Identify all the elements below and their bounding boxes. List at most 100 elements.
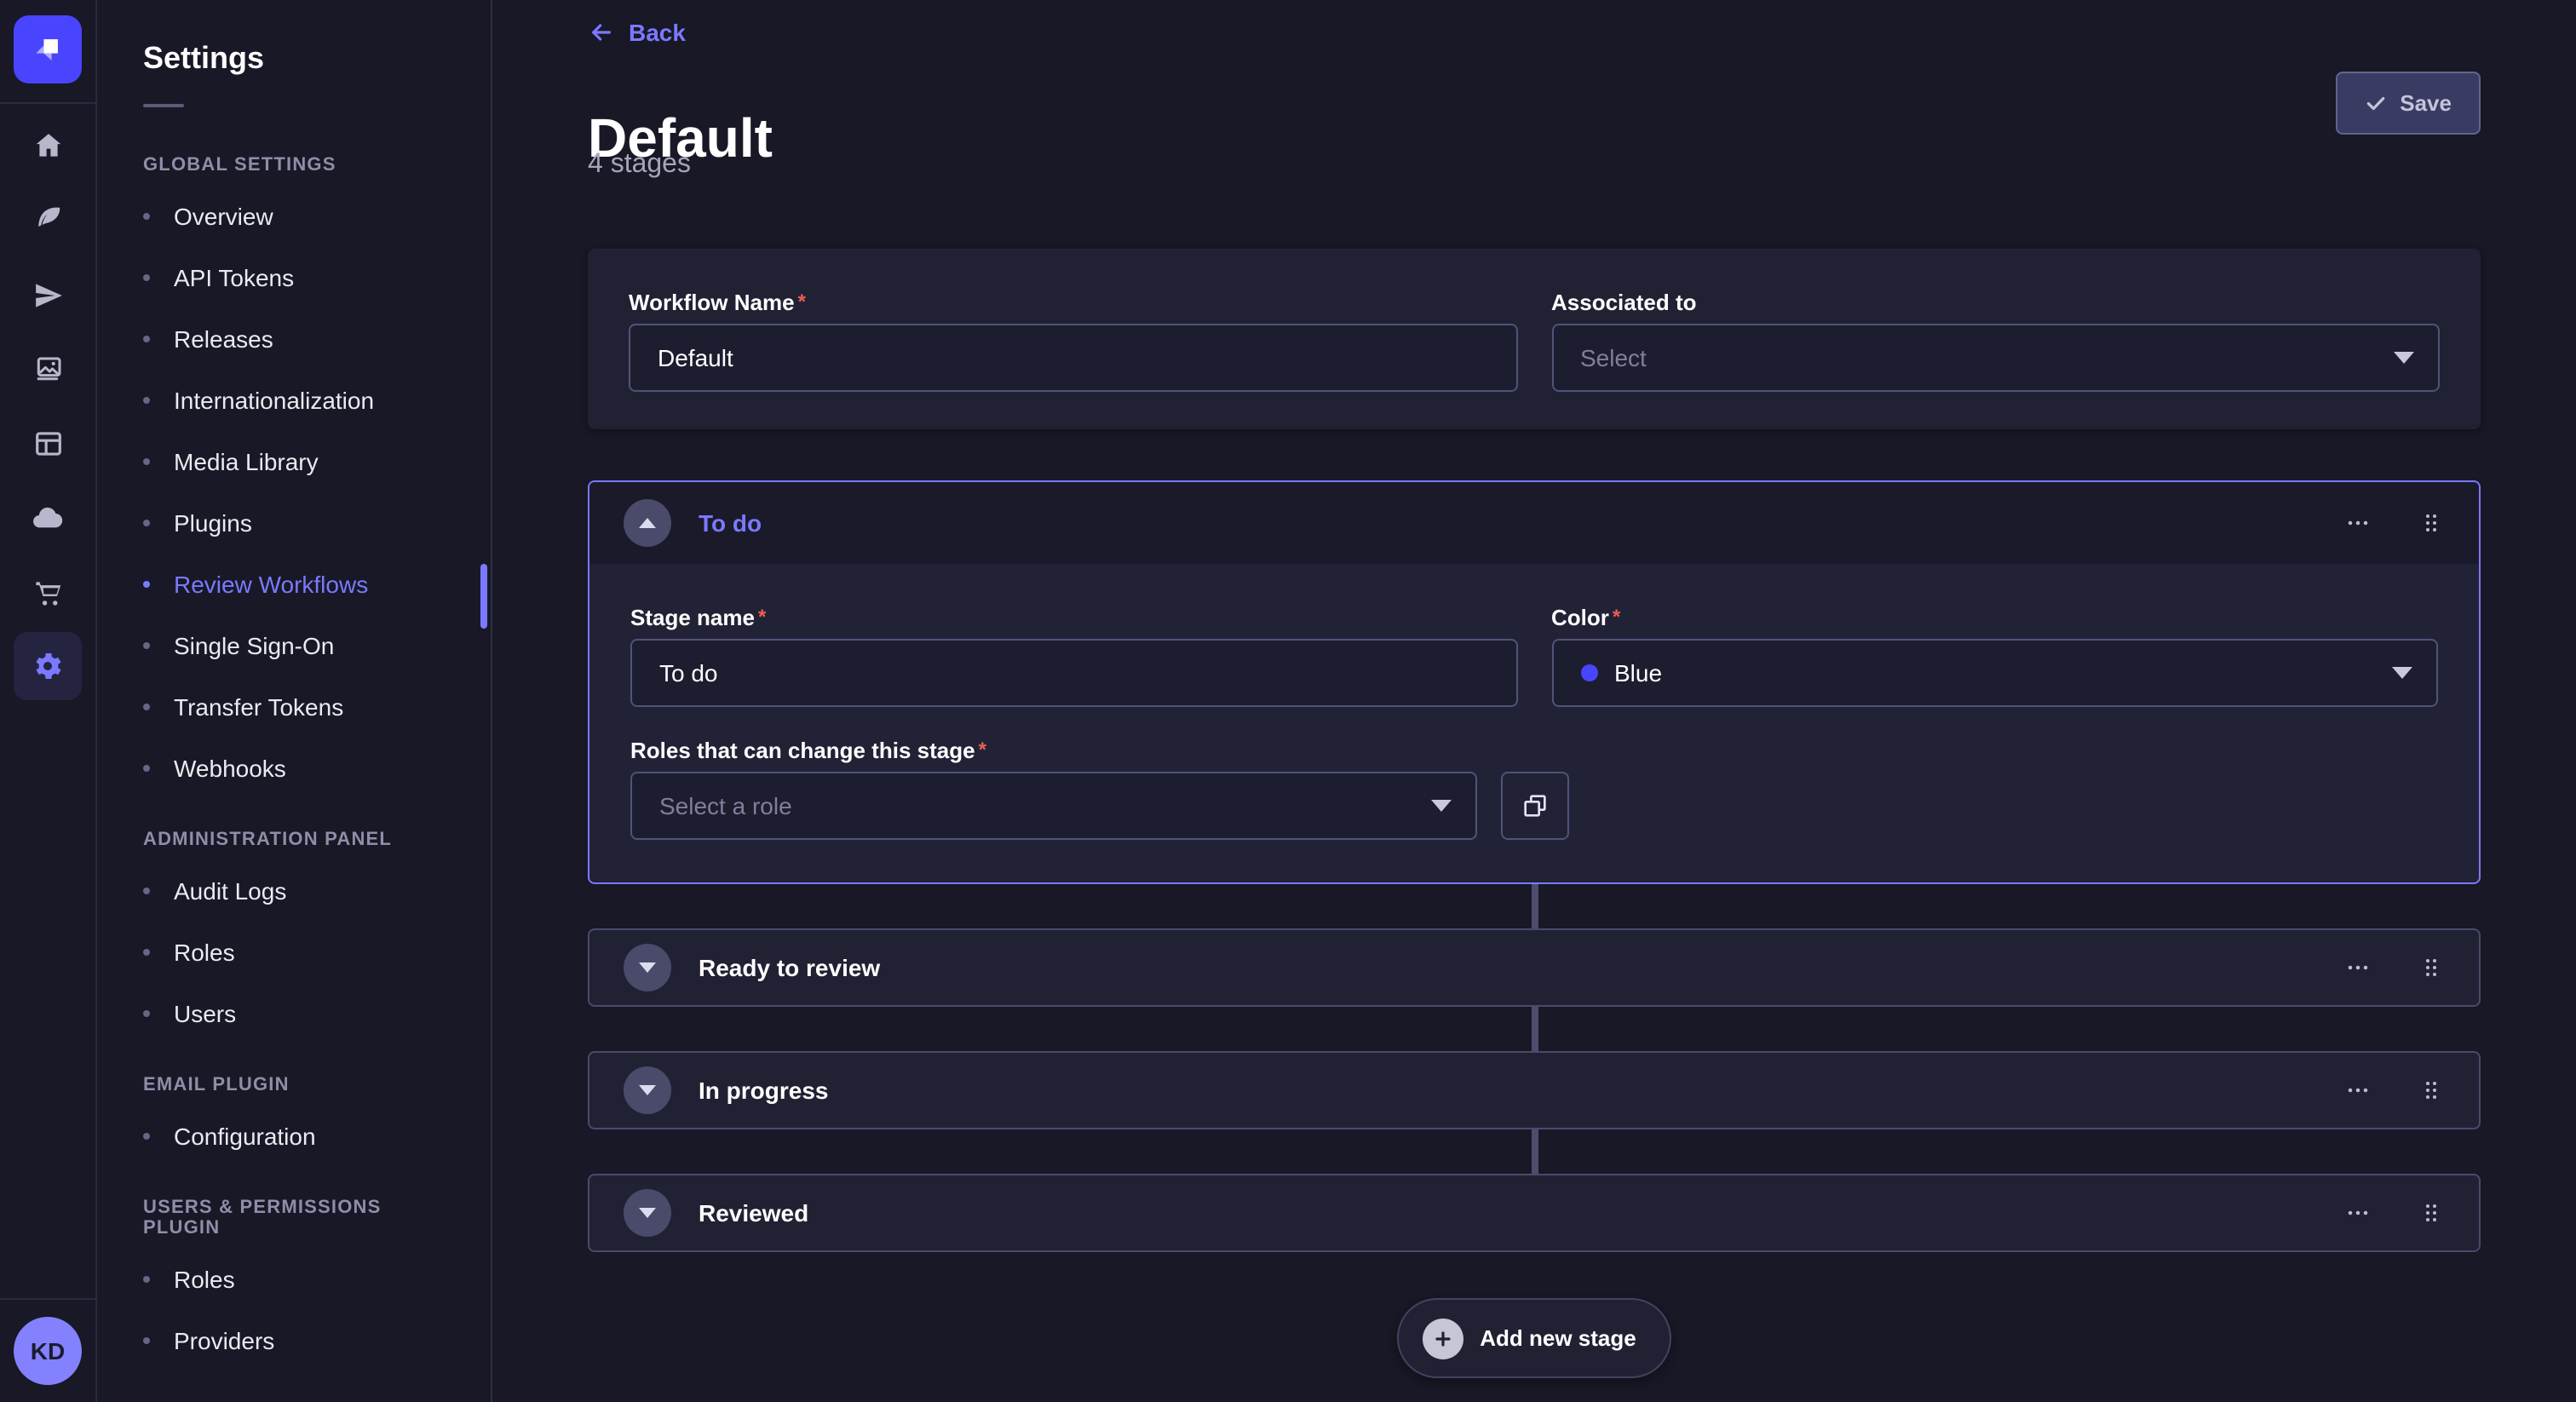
rail-item-media[interactable] [14, 334, 82, 402]
feather-icon [32, 202, 64, 234]
sidebar-item-overview[interactable]: Overview [116, 186, 477, 247]
subnav-scrollbar-thumb[interactable] [480, 564, 487, 629]
sidebar-item-webhooks[interactable]: Webhooks [116, 738, 477, 799]
strapi-logo[interactable] [14, 15, 82, 83]
bullet-icon [143, 581, 150, 588]
layout-icon [32, 427, 64, 459]
sidebar-item-providers[interactable]: Providers [116, 1310, 477, 1371]
associated-to-select[interactable]: Select [1551, 324, 2440, 392]
rail-item-home[interactable] [14, 111, 82, 179]
expand-stage-button[interactable] [624, 1066, 671, 1114]
sidebar-item-label: Configuration [174, 1123, 316, 1150]
back-link[interactable]: Back [588, 19, 686, 46]
stage-drag-handle[interactable] [2414, 1072, 2448, 1109]
collapse-stage-button[interactable] [624, 499, 671, 547]
save-button-label: Save [2400, 90, 2452, 116]
chevron-down-icon [2392, 667, 2412, 679]
stage-more-options-button[interactable] [2339, 504, 2377, 542]
stage-accordion-header[interactable]: Ready to review [589, 930, 2479, 1005]
stage-color-field: Color* Blue [1551, 605, 2438, 707]
stage-drag-handle[interactable] [2414, 1194, 2448, 1232]
rail-item-feather[interactable] [14, 184, 82, 252]
sidebar-item-api-tokens[interactable]: API Tokens [116, 247, 477, 308]
home-icon [32, 129, 64, 161]
sidebar-item-label: Single Sign-On [174, 632, 334, 659]
add-new-stage-button[interactable]: Add new stage [1396, 1298, 1672, 1378]
user-avatar[interactable]: KD [14, 1317, 82, 1385]
duplicate-stage-button[interactable] [1500, 772, 1568, 840]
cart-icon [32, 577, 64, 609]
stage-connector-line [1531, 869, 1538, 1196]
subnav-title: Settings [143, 41, 450, 77]
settings-subnav: Settings GLOBAL SETTINGSOverviewAPI Toke… [95, 0, 492, 1402]
app-window: KD Settings GLOBAL SETTINGSOverviewAPI T… [0, 0, 2576, 1402]
sidebar-item-label: Internationalization [174, 387, 374, 414]
bullet-icon [143, 765, 150, 772]
sidebar-item-label: Webhooks [174, 755, 286, 782]
stage-roles-label: Roles that can change this stage* [630, 738, 1476, 763]
caret-down-icon [639, 1208, 656, 1218]
expand-stage-button[interactable] [624, 944, 671, 991]
stage-accordion-header[interactable]: Reviewed [589, 1175, 2479, 1250]
sidebar-item-roles[interactable]: Roles [116, 922, 477, 983]
nav-section: GLOBAL SETTINGSOverviewAPI TokensRelease… [116, 155, 477, 799]
rail-item-layout[interactable] [14, 409, 82, 477]
back-label: Back [629, 19, 686, 46]
drag-handle-icon [2418, 508, 2445, 538]
rail-item-cloud[interactable] [14, 484, 82, 552]
sidebar-item-single-sign-on[interactable]: Single Sign-On [116, 615, 477, 676]
stage-accordion-header[interactable]: In progress [589, 1053, 2479, 1128]
sidebar-item-transfer-tokens[interactable]: Transfer Tokens [116, 676, 477, 738]
rail-item-cart[interactable] [14, 559, 82, 627]
rail-item-paper-plane[interactable] [14, 261, 82, 329]
sidebar-item-roles[interactable]: Roles [116, 1249, 477, 1310]
arrow-left-icon [588, 19, 615, 46]
expand-stage-button[interactable] [624, 1189, 671, 1237]
sidebar-item-internationalization[interactable]: Internationalization [116, 370, 477, 431]
stage-more-options-button[interactable] [2339, 1072, 2377, 1109]
main-nav-rail: KD [0, 0, 97, 1402]
associated-to-label: Associated to [1551, 290, 2440, 315]
stage-roles-placeholder: Select a role [659, 792, 792, 819]
stage-more-options-button[interactable] [2339, 949, 2377, 986]
stage-drag-handle[interactable] [2414, 949, 2448, 986]
sidebar-item-configuration[interactable]: Configuration [116, 1106, 477, 1167]
stage-name-input[interactable] [630, 639, 1517, 707]
associated-to-field: Associated to Select [1551, 290, 2440, 392]
sidebar-item-label: Transfer Tokens [174, 693, 343, 721]
sidebar-item-label: Plugins [174, 509, 252, 537]
bullet-icon [143, 213, 150, 220]
stages-list: To do [588, 480, 2481, 1378]
stage-drag-handle[interactable] [2414, 504, 2448, 542]
nav-section-label: EMAIL PLUGIN [116, 1075, 477, 1095]
check-icon [2364, 92, 2386, 114]
stage-title: Reviewed [699, 1199, 808, 1227]
stage-color-select[interactable]: Blue [1551, 639, 2438, 707]
save-button[interactable]: Save [2335, 72, 2481, 135]
gear-icon [31, 649, 65, 683]
required-marker: * [979, 739, 986, 765]
sidebar-item-label: Releases [174, 325, 273, 353]
rail-divider-top [0, 102, 95, 104]
bullet-icon [143, 704, 150, 710]
stage-roles-select[interactable]: Select a role [630, 772, 1476, 840]
stage-title: In progress [699, 1077, 829, 1104]
sidebar-item-media-library[interactable]: Media Library [116, 431, 477, 492]
nav-section: USERS & PERMISSIONS PLUGINRolesProviders [116, 1198, 477, 1371]
rail-item-gear[interactable] [14, 632, 82, 700]
stage-accordion-header[interactable]: To do [589, 482, 2479, 564]
stage-more-options-button[interactable] [2339, 1194, 2377, 1232]
sidebar-item-review-workflows[interactable]: Review Workflows [116, 554, 477, 615]
sidebar-item-releases[interactable]: Releases [116, 308, 477, 370]
sidebar-item-label: Roles [174, 939, 235, 966]
chevron-down-icon [1430, 800, 1451, 812]
drag-handle-icon [2418, 952, 2445, 983]
workflow-name-input[interactable] [629, 324, 1517, 392]
bullet-icon [143, 458, 150, 465]
sidebar-item-plugins[interactable]: Plugins [116, 492, 477, 554]
sidebar-item-audit-logs[interactable]: Audit Logs [116, 860, 477, 922]
stage-roles-field: Roles that can change this stage* Select… [630, 738, 1476, 840]
main-content: Back Default 4 stages Save Workflow Name… [491, 0, 2576, 1402]
sidebar-item-users[interactable]: Users [116, 983, 477, 1044]
bullet-icon [143, 520, 150, 526]
